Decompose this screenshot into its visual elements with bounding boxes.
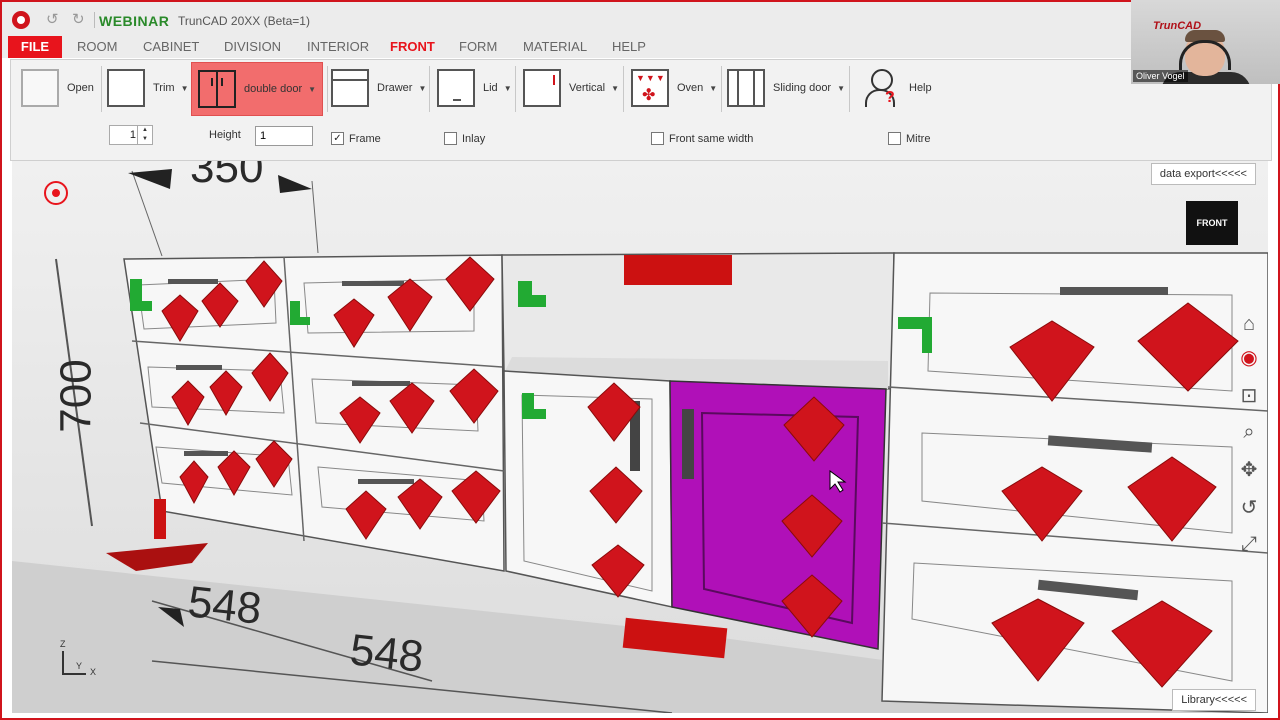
- open-front-icon: [21, 69, 59, 107]
- presenter-name: Oliver Vogel: [1133, 70, 1188, 82]
- pan-icon[interactable]: ✥: [1236, 457, 1262, 483]
- inlay-checkbox[interactable]: [444, 132, 457, 145]
- ribbon-separator: [849, 66, 850, 112]
- app-logo-icon[interactable]: [12, 11, 30, 29]
- menu-form[interactable]: FORM: [459, 39, 497, 54]
- count-stepper[interactable]: 1 ▲ ▼: [109, 125, 153, 145]
- menu-cabinet[interactable]: CABINET: [143, 39, 199, 54]
- drawer-icon: [331, 69, 369, 107]
- axis-y-label: Y: [76, 661, 83, 671]
- dimension-left: 700: [51, 359, 101, 433]
- title-bar: ↺ ↻ WEBINAR TrunCAD 20XX (Beta=1): [0, 0, 1280, 36]
- fit-view-icon[interactable]: ⤢: [1236, 531, 1262, 557]
- 3d-viewport[interactable]: 350 700 548 548 data export<<<<< Library…: [12, 161, 1268, 713]
- data-export-tab[interactable]: data export<<<<<: [1150, 163, 1256, 185]
- oven-label: Oven: [677, 82, 704, 94]
- oven-icon: ▼▼▼ ✤: [631, 69, 669, 107]
- visibility-eye-icon[interactable]: [44, 181, 68, 205]
- drawer-button[interactable]: Drawer ▼: [331, 62, 426, 114]
- lid-icon: [437, 69, 475, 107]
- inlay-label: Inlay: [462, 132, 486, 145]
- zoom-icon[interactable]: ⌕: [1236, 419, 1262, 445]
- mitre-label: Mitre: [906, 132, 931, 145]
- ribbon-separator: [623, 66, 624, 112]
- ribbon-separator: [101, 66, 102, 112]
- sliding-door-label: Sliding door: [773, 82, 832, 94]
- menu-division[interactable]: DIVISION: [224, 39, 281, 54]
- webcam-overlay: TrunCAD Oliver Vogel: [1131, 0, 1280, 84]
- chevron-down-icon[interactable]: ▼: [181, 84, 189, 93]
- axis-x-label: X: [90, 667, 97, 677]
- chevron-down-icon[interactable]: ▼: [837, 84, 845, 93]
- dimension-bottom-1: 548: [185, 577, 264, 634]
- library-tab[interactable]: Library<<<<<: [1172, 689, 1256, 711]
- rotate-icon[interactable]: ↺: [1236, 495, 1262, 521]
- ribbon-separator: [721, 66, 722, 112]
- ribbon-separator: [429, 66, 430, 112]
- axis-z-label: Z: [60, 639, 66, 649]
- stepper-arrows-icon[interactable]: ▲ ▼: [137, 126, 152, 144]
- double-door-button[interactable]: double door ▼: [191, 62, 324, 116]
- file-menu[interactable]: FILE: [8, 36, 62, 58]
- frame-option[interactable]: ✓ Frame: [331, 132, 381, 145]
- open-button[interactable]: Open: [21, 62, 94, 114]
- menu-material[interactable]: MATERIAL: [523, 39, 587, 54]
- mitre-checkbox[interactable]: [888, 132, 901, 145]
- menu-room[interactable]: ROOM: [77, 39, 117, 54]
- lid-button[interactable]: Lid ▼: [437, 62, 512, 114]
- mitre-option[interactable]: Mitre: [888, 132, 930, 145]
- view-cube[interactable]: FRONT: [1186, 201, 1238, 245]
- front-same-width-label: Front same width: [669, 132, 754, 145]
- chevron-down-icon[interactable]: ▼: [308, 85, 316, 94]
- chevron-down-icon[interactable]: ▼: [418, 84, 426, 93]
- help-person-icon: ?: [863, 67, 901, 109]
- count-value: 1: [129, 129, 136, 141]
- inlay-option[interactable]: Inlay: [444, 132, 485, 145]
- title-separator: [94, 12, 95, 28]
- redo-icon[interactable]: ↻: [72, 10, 85, 28]
- sliding-door-icon: [727, 69, 765, 107]
- chevron-down-icon[interactable]: ▼: [611, 84, 619, 93]
- menu-interior[interactable]: INTERIOR: [307, 39, 369, 54]
- height-input[interactable]: [255, 126, 313, 146]
- oven-button[interactable]: ▼▼▼ ✤ Oven ▼: [631, 62, 717, 114]
- front-same-width-option[interactable]: Front same width: [651, 132, 753, 145]
- height-label: Height: [209, 129, 241, 141]
- double-door-label: double door: [244, 83, 303, 95]
- lid-label: Lid: [483, 82, 498, 94]
- menu-bar: FILE ROOM CABINET DIVISION INTERIOR FRON…: [0, 36, 1280, 58]
- zoom-window-icon[interactable]: ⊡: [1236, 383, 1262, 409]
- trim-label: Trim: [153, 82, 175, 94]
- undo-icon[interactable]: ↺: [46, 10, 59, 28]
- vertical-icon: [523, 69, 561, 107]
- eye-toggle-icon[interactable]: ◉: [1236, 345, 1262, 371]
- window-title: TrunCAD 20XX (Beta=1): [178, 14, 310, 28]
- dimension-bottom-2: 548: [347, 625, 426, 682]
- front-ribbon: Open Trim ▼ double door ▼ Drawer ▼ Lid ▼: [10, 59, 1272, 161]
- home-view-icon[interactable]: ⌂: [1236, 311, 1262, 337]
- front-same-width-checkbox[interactable]: [651, 132, 664, 145]
- menu-help[interactable]: HELP: [612, 39, 646, 54]
- help-label: Help: [909, 82, 932, 94]
- ribbon-separator: [327, 66, 328, 112]
- frame-checkbox[interactable]: ✓: [331, 132, 344, 145]
- cabinet-scene[interactable]: [12, 161, 1268, 713]
- trim-icon: [107, 69, 145, 107]
- ribbon-separator: [515, 66, 516, 112]
- dimension-top: 350: [190, 161, 264, 192]
- trim-button[interactable]: Trim ▼: [107, 62, 189, 114]
- vertical-button[interactable]: Vertical ▼: [523, 62, 619, 114]
- double-door-icon: [198, 70, 236, 108]
- chevron-down-icon[interactable]: ▼: [709, 84, 717, 93]
- vertical-label: Vertical: [569, 82, 606, 94]
- frame-label: Frame: [349, 132, 381, 145]
- webinar-label: WEBINAR: [99, 13, 170, 29]
- menu-front[interactable]: FRONT: [390, 39, 435, 54]
- drawer-label: Drawer: [377, 82, 413, 94]
- sliding-door-button[interactable]: Sliding door ▼: [727, 62, 845, 114]
- help-button[interactable]: ? Help: [863, 62, 932, 114]
- chevron-down-icon[interactable]: ▼: [504, 84, 512, 93]
- open-label: Open: [67, 82, 94, 94]
